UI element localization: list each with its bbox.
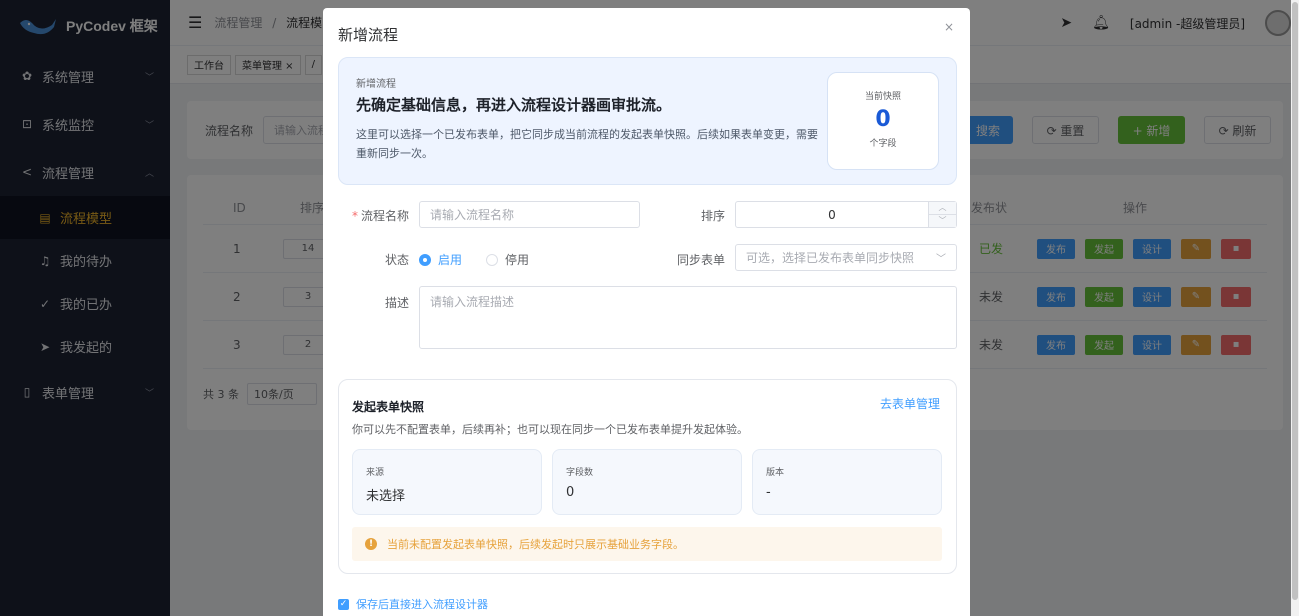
snapshot-label: 当前快照: [864, 92, 901, 102]
sync-form-select[interactable]: 可选，选择已发布表单同步快照 ﹀: [735, 244, 957, 271]
sort-number-input[interactable]: 0 ︿ ﹀: [735, 201, 957, 228]
status-label: 状态: [384, 253, 409, 267]
snapshot-unit: 个字段: [869, 139, 897, 149]
radio-dot: [419, 253, 431, 266]
close-icon[interactable]: ×: [944, 20, 954, 34]
checkbox-label: 保存后直接进入流程设计器: [356, 598, 488, 611]
source-box: 来源 未选择: [352, 449, 542, 515]
description-textarea[interactable]: 请输入流程描述: [419, 286, 957, 349]
banner-eyebrow: 新增流程: [356, 79, 396, 90]
sort-value[interactable]: 0: [736, 202, 928, 227]
checkbox-checked-icon[interactable]: ✓: [338, 598, 349, 610]
dialog-title: 新增流程: [338, 26, 399, 44]
version-value: -: [766, 485, 771, 500]
warning-text: 当前未配置发起表单快照，后续发起时只展示基础业务字段。: [387, 538, 684, 551]
radio-label: 启用: [438, 253, 463, 267]
snapshot-card-title: 发起表单快照: [352, 400, 425, 414]
sort-stepper: ︿ ﹀: [928, 202, 956, 227]
banner-title: 先确定基础信息，再进入流程设计器画审批流。: [356, 96, 672, 114]
decrement-icon[interactable]: ﹀: [929, 215, 956, 228]
snapshot-card-desc: 你可以先不配置表单，后续再补；也可以现在同步一个已发布表单提升发起体验。: [352, 423, 748, 436]
source-value: 未选择: [366, 489, 406, 504]
sync-label: 同步表单: [676, 253, 725, 267]
name-label: * 流程名称: [343, 207, 409, 224]
snapshot-count: 0: [875, 107, 891, 132]
warning-alert: ! 当前未配置发起表单快照，后续发起时只展示基础业务字段。: [352, 527, 942, 561]
source-label: 来源: [366, 468, 385, 478]
radio-dot: [486, 253, 498, 266]
form-management-link[interactable]: 去表单管理: [880, 395, 940, 412]
page-scrollbar[interactable]: [1291, 0, 1299, 616]
status-enabled-radio[interactable]: 启用: [419, 251, 462, 268]
radio-label: 停用: [505, 253, 530, 267]
form-snapshot-card: 发起表单快照 去表单管理 你可以先不配置表单，后续再补；也可以现在同步一个已发布…: [338, 379, 957, 574]
name-input[interactable]: 请输入流程名称: [419, 201, 640, 228]
open-designer-checkbox[interactable]: ✓ 保存后直接进入流程设计器: [338, 596, 488, 612]
sort-label: 排序: [700, 209, 725, 223]
banner-description: 这里可以选择一个已发布表单，把它同步成当前流程的发起表单快照。后续如果表单变更，…: [356, 128, 818, 160]
version-label: 版本: [766, 468, 785, 478]
intro-banner: 新增流程 先确定基础信息，再进入流程设计器画审批流。 这里可以选择一个已发布表单…: [338, 57, 957, 185]
chevron-down-icon: ﹀: [936, 254, 946, 265]
field-count-label: 字段数: [566, 468, 594, 478]
version-box: 版本 -: [752, 449, 942, 515]
desc-label: 描述: [384, 296, 409, 310]
scrollbar-thumb[interactable]: [1292, 2, 1298, 600]
status-disabled-radio[interactable]: 停用: [486, 251, 529, 268]
required-mark: *: [351, 209, 358, 223]
create-workflow-dialog: 新增流程 × 新增流程 先确定基础信息，再进入流程设计器画审批流。 这里可以选择…: [323, 8, 970, 616]
increment-icon[interactable]: ︿: [929, 202, 956, 215]
snapshot-counter: 当前快照 0 个字段: [827, 72, 939, 170]
field-count-box: 字段数 0: [552, 449, 742, 515]
warning-icon: !: [365, 538, 377, 550]
field-count-value: 0: [566, 485, 575, 500]
name-label-text: 流程名称: [360, 209, 409, 223]
sync-placeholder: 可选，选择已发布表单同步快照: [746, 251, 915, 265]
